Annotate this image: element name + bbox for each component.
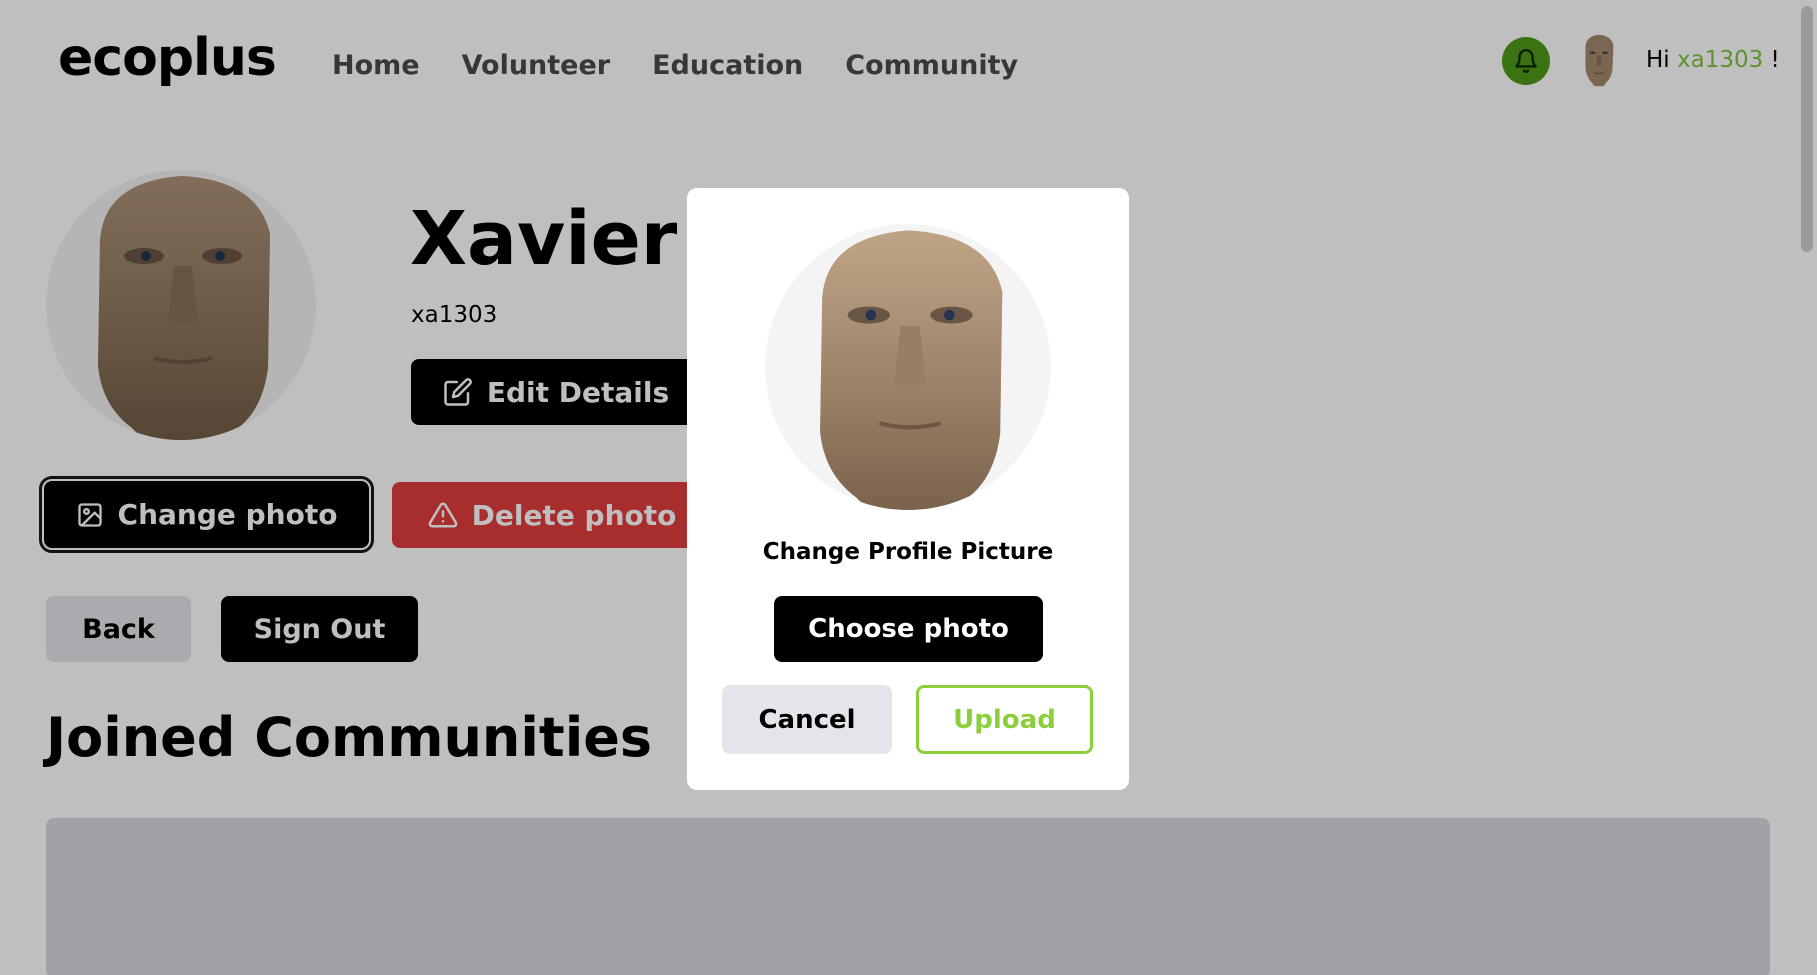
cancel-button[interactable]: Cancel	[722, 685, 892, 754]
page-scrollbar-thumb[interactable]	[1801, 6, 1813, 252]
choose-photo-button[interactable]: Choose photo	[774, 596, 1043, 662]
modal-avatar-preview	[765, 224, 1051, 510]
modal-title: Change Profile Picture	[762, 539, 1054, 565]
upload-button[interactable]: Upload	[916, 685, 1093, 754]
change-profile-picture-modal: Change Profile Picture Choose photo Canc…	[687, 188, 1129, 790]
profile-page: ecoplus Home Volunteer Education Communi…	[0, 0, 1817, 975]
